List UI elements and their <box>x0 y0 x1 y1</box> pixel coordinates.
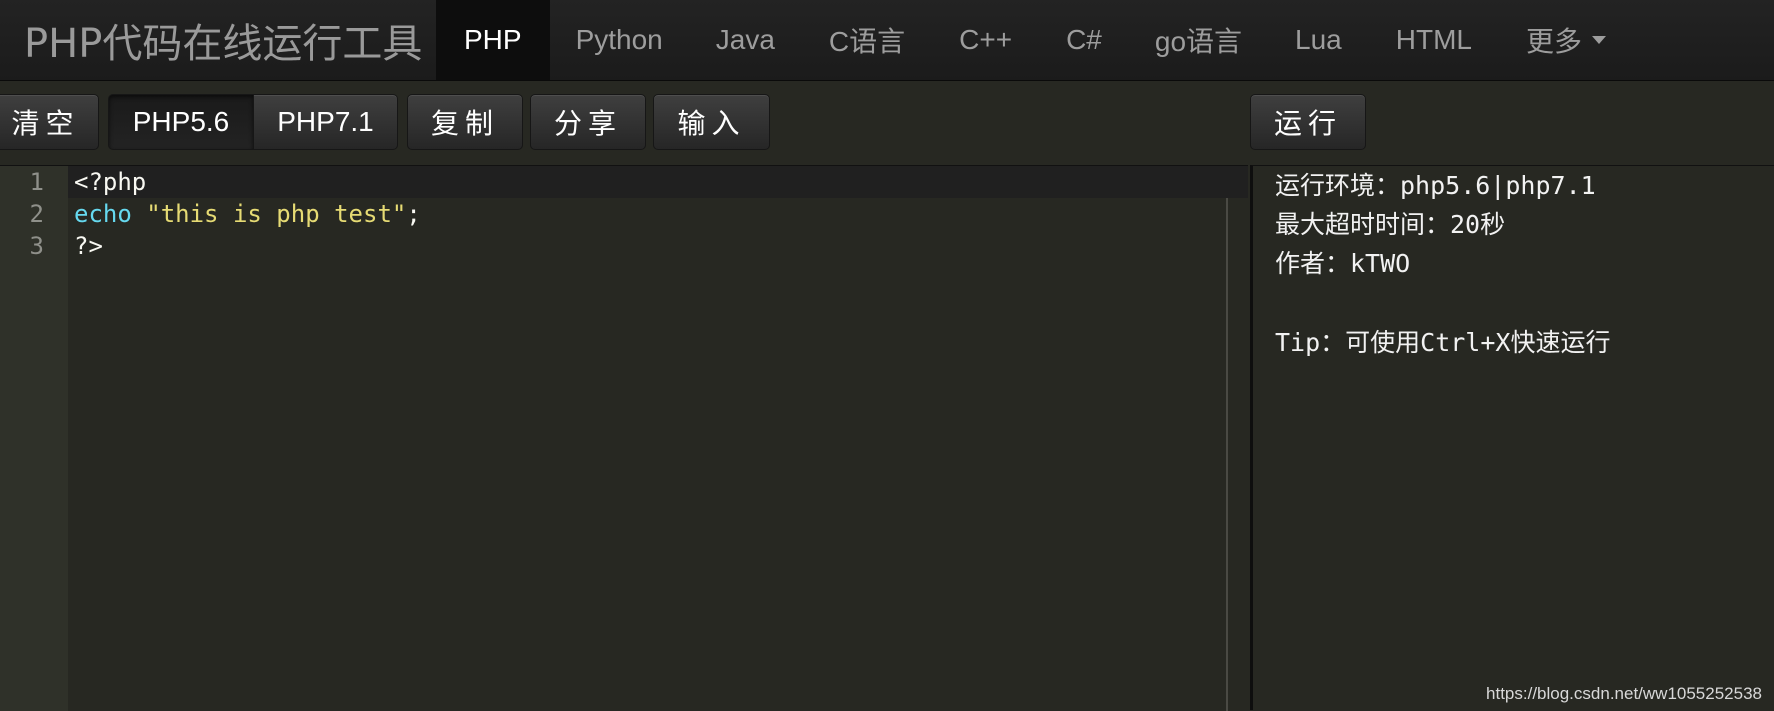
nav-tab-go[interactable]: go语言 <box>1129 0 1268 80</box>
timeout-text: 最大超时时间：20秒 <box>1275 210 1506 239</box>
input-button[interactable]: 输入 <box>653 94 770 150</box>
nav-tab-html[interactable]: HTML <box>1369 0 1499 80</box>
nav-tab-php[interactable]: PHP <box>436 0 550 80</box>
code-editor[interactable]: 1 2 3 <?php echo "this is php test"; ?> <box>0 165 1248 711</box>
line-number: 1 <box>29 168 44 196</box>
nav-tab-lua[interactable]: Lua <box>1268 0 1369 80</box>
nav-more-label: 更多 <box>1525 26 1582 57</box>
caret-down-icon <box>1592 36 1606 44</box>
toolbar: 清空 PHP5.6 PHP7.1 复制 分享 输入 运行 <box>0 94 1774 152</box>
line-number: 3 <box>29 232 44 260</box>
author-text: 作者：kTWO <box>1275 249 1411 278</box>
tip-text: Tip：可使用Ctrl+X快速运行 <box>1275 328 1611 357</box>
run-button[interactable]: 运行 <box>1250 94 1366 150</box>
nav-tab-c[interactable]: C语言 <box>802 0 932 80</box>
php71-version-button[interactable]: PHP7.1 <box>254 94 398 150</box>
nav-tab-python[interactable]: Python <box>550 0 689 80</box>
code-line-1[interactable]: <?php <box>74 166 146 198</box>
share-button[interactable]: 分享 <box>530 94 646 150</box>
string-token: "this is php test" <box>146 200 407 228</box>
line-number: 2 <box>29 200 44 228</box>
runtime-env-text: 运行环境：php5.6|php7.1 <box>1275 171 1596 200</box>
nav-tab-java[interactable]: Java <box>689 0 802 80</box>
code-line-2[interactable]: echo "this is php test"; <box>74 198 421 230</box>
print-margin-line <box>1226 198 1228 711</box>
top-navbar: PHP代码在线运行工具 PHP Python Java C语言 C++ C# g… <box>0 0 1774 81</box>
output-panel: 运行环境：php5.6|php7.1 最大超时时间：20秒 作者：kTWO Ti… <box>1250 165 1774 710</box>
watermark-url: https://blog.csdn.net/ww1055252538 <box>1486 684 1762 703</box>
php56-version-button[interactable]: PHP5.6 <box>108 94 254 150</box>
nav-more-dropdown[interactable]: 更多 <box>1499 0 1633 80</box>
brand-title[interactable]: PHP代码在线运行工具 <box>0 11 436 69</box>
language-nav: PHP Python Java C语言 C++ C# go语言 Lua HTML… <box>436 0 1633 80</box>
active-line-highlight <box>68 166 1248 198</box>
code-line-3[interactable]: ?> <box>74 230 103 262</box>
copy-button[interactable]: 复制 <box>407 94 523 150</box>
keyword-token: echo <box>74 200 132 228</box>
clear-button[interactable]: 清空 <box>0 94 99 150</box>
punctuation-token: ; <box>406 200 421 228</box>
line-number-gutter: 1 2 3 <box>0 166 68 711</box>
nav-tab-csharp[interactable]: C# <box>1039 0 1129 80</box>
nav-tab-cpp[interactable]: C++ <box>932 0 1039 80</box>
